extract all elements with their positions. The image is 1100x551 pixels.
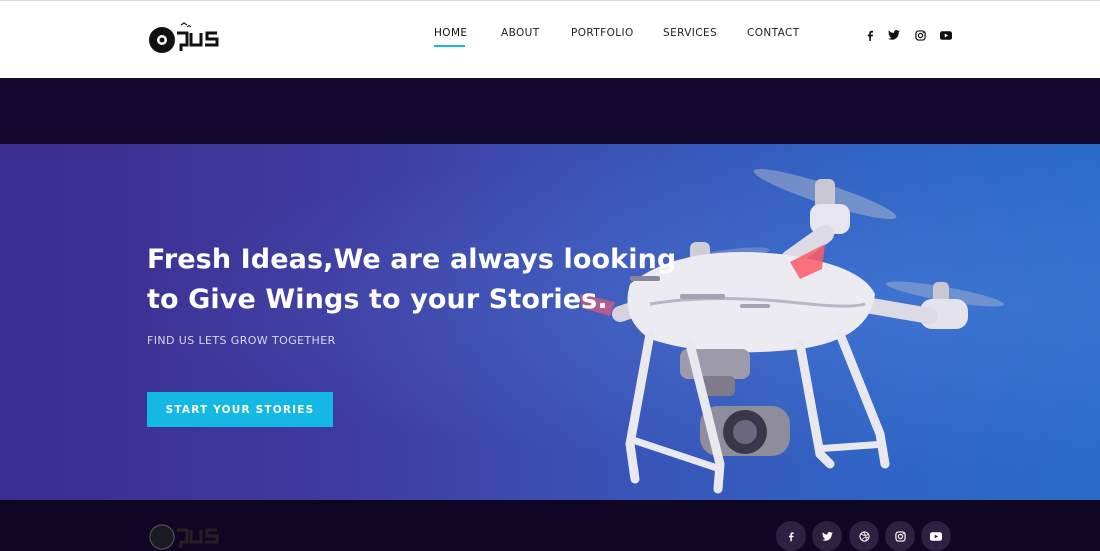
twitter-icon[interactable]	[812, 521, 842, 551]
dribbble-icon[interactable]	[849, 521, 879, 551]
drone-image	[580, 168, 1005, 494]
hero-headline: Fresh Ideas,We are always looking to Giv…	[147, 240, 687, 320]
site-footer	[0, 500, 1100, 551]
nav-services[interactable]: SERVICES	[663, 27, 717, 39]
facebook-icon[interactable]	[862, 27, 878, 43]
hero-subtitle: FIND US LETS GROW TOGETHER	[147, 334, 336, 347]
youtube-icon[interactable]	[921, 521, 951, 551]
header-spacer-band	[0, 78, 1100, 144]
footer-opus-logo[interactable]	[147, 518, 225, 551]
instagram-icon[interactable]	[912, 27, 928, 43]
twitter-icon[interactable]	[886, 27, 902, 43]
nav-portfolio[interactable]: PORTFOLIO	[571, 27, 634, 39]
nav-active-indicator	[434, 45, 465, 47]
instagram-icon[interactable]	[885, 521, 915, 551]
nav-about[interactable]: ABOUT	[501, 27, 540, 39]
nav-home[interactable]: HOME	[434, 27, 467, 39]
hero-headline-line-2: to Give Wings to your Stories.	[147, 284, 608, 315]
youtube-icon[interactable]	[938, 27, 954, 43]
hero-headline-line-1: Fresh Ideas,We are always looking	[147, 244, 677, 275]
hero-section: Fresh Ideas,We are always looking to Giv…	[0, 144, 1100, 500]
facebook-icon[interactable]	[776, 521, 806, 551]
site-header: HOME ABOUT PORTFOLIO SERVICES CONTACT	[0, 0, 1100, 78]
start-your-stories-button[interactable]: START YOUR STORIES	[147, 392, 333, 427]
nav-contact[interactable]: CONTACT	[747, 27, 800, 39]
opus-logo[interactable]	[147, 21, 225, 59]
